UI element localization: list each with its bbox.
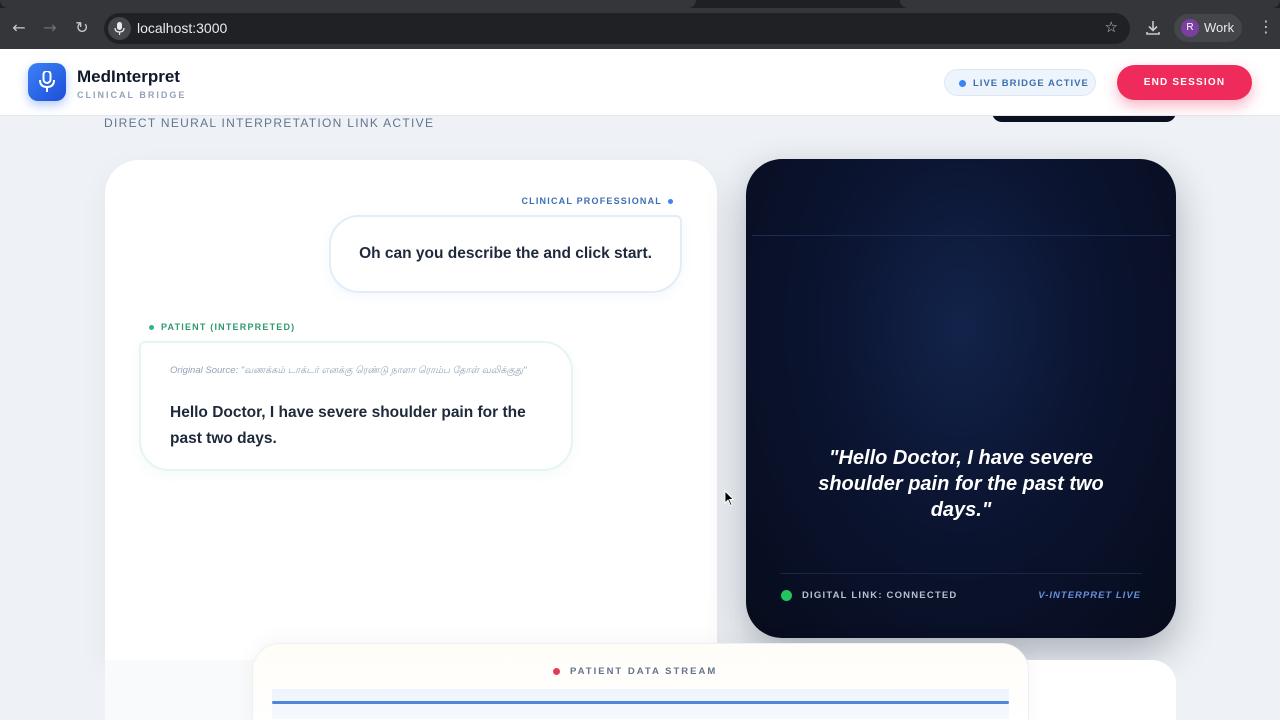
recording-dot-icon	[553, 668, 560, 675]
browser-menu-icon[interactable]: ⋮	[1258, 17, 1274, 36]
patient-message-text: Hello Doctor, I have severe shoulder pai…	[170, 404, 526, 447]
reload-icon[interactable]: ↻	[72, 18, 92, 38]
forward-icon[interactable]: →	[40, 18, 60, 38]
app-header: MedInterpret CLINICAL BRIDGE LIVE BRIDGE…	[0, 49, 1280, 116]
address-bar[interactable]: localhost:3000 ☆	[104, 13, 1130, 44]
browser-tab[interactable]	[900, 0, 1280, 8]
end-session-button[interactable]: END SESSION	[1117, 65, 1252, 100]
mouse-cursor-icon	[724, 489, 735, 512]
clinician-message-text: Oh can you describe the and click start.	[359, 245, 652, 262]
patient-data-stream-panel: PATIENT DATA STREAM	[252, 643, 1029, 720]
logo-microphone-icon	[28, 63, 66, 101]
download-icon[interactable]	[1143, 18, 1163, 38]
connection-dot-icon	[781, 590, 792, 601]
microphone-icon[interactable]	[108, 17, 131, 40]
status-dot-icon	[959, 80, 966, 87]
page-subtitle: DIRECT NEURAL INTERPRETATION LINK ACTIVE	[104, 116, 435, 130]
bookmark-star-icon[interactable]: ☆	[1105, 18, 1118, 36]
waveform-area	[272, 689, 1009, 719]
divider	[752, 235, 1170, 236]
profile-chip[interactable]: R Work	[1174, 14, 1242, 42]
patient-dot-icon	[149, 325, 154, 331]
browser-toolbar: ← → ↻ localhost:3000 ☆ R Work ⋮	[0, 8, 1280, 49]
conversation-panel: CLINICAL PROFESSIONAL Oh can you describ…	[105, 160, 717, 660]
live-status-text: LIVE BRIDGE ACTIVE	[973, 78, 1089, 89]
connection-status: DIGITAL LINK: CONNECTED	[802, 590, 958, 601]
clinician-label-text: CLINICAL PROFESSIONAL	[521, 196, 662, 206]
live-caption: "Hello Doctor, I have severe shoulder pa…	[818, 447, 1104, 521]
divider	[780, 573, 1142, 574]
live-interpreter-video: "Hello Doctor, I have severe shoulder pa…	[746, 159, 1176, 638]
original-source-text: Original Source: "வணக்கம் டாக்டர் எனக்கு…	[170, 365, 527, 376]
stream-label: PATIENT DATA STREAM	[570, 666, 718, 677]
live-status-badge: LIVE BRIDGE ACTIVE	[944, 69, 1096, 96]
live-brand-tag: V-INTERPRET LIVE	[1038, 590, 1141, 601]
brand-subtitle: CLINICAL BRIDGE	[77, 90, 187, 100]
url-text[interactable]: localhost:3000	[137, 20, 227, 36]
clinician-dot-icon	[668, 199, 673, 205]
patient-message-bubble: Original Source: "வணக்கம் டாக்டர் எனக்கு…	[139, 341, 573, 471]
browser-tab[interactable]	[0, 0, 696, 8]
patient-role-label: PATIENT (INTERPRETED)	[149, 322, 295, 332]
brand-title: MedInterpret	[77, 67, 180, 86]
waveform-line	[272, 701, 1009, 704]
avatar: R	[1181, 19, 1199, 37]
clinician-role-label: CLINICAL PROFESSIONAL	[521, 196, 673, 206]
clinician-message-bubble: Oh can you describe the and click start.	[329, 215, 682, 293]
patient-label-text: PATIENT (INTERPRETED)	[161, 322, 296, 332]
profile-name: Work	[1204, 20, 1235, 35]
back-icon[interactable]: ←	[9, 18, 29, 38]
